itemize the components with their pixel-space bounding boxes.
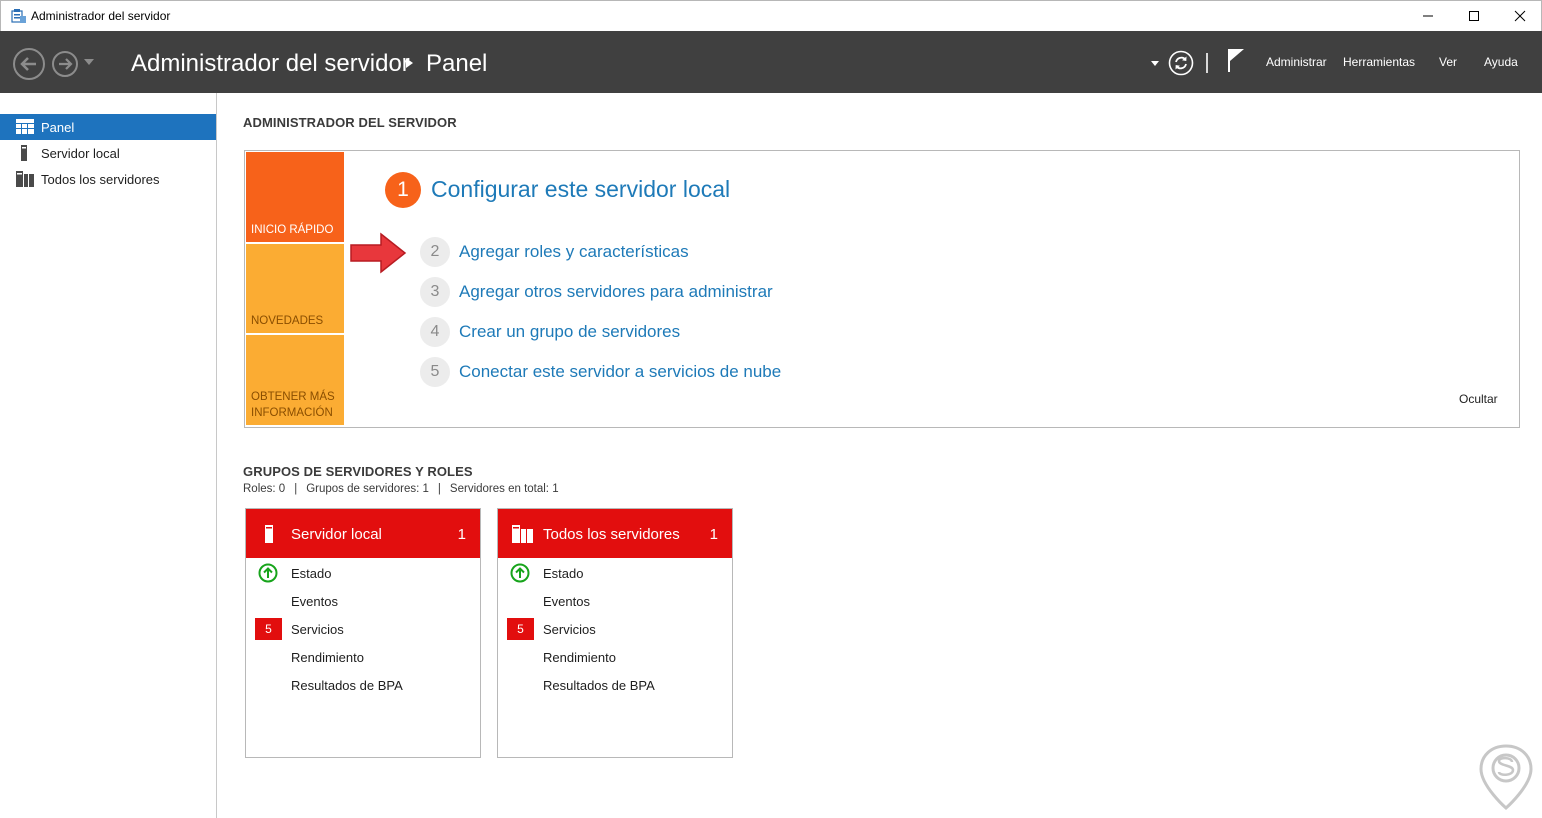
step-label: Crear un grupo de servidores <box>459 322 681 341</box>
stat-servers: Servidores en total: 1 <box>449 483 559 495</box>
row-label: Servicios <box>543 622 596 637</box>
menu-ayuda[interactable]: Ayuda <box>1484 55 1518 69</box>
card-servidor-local: Servidor local 1 Estado Eventos 5 Servic… <box>245 508 481 758</box>
card-header[interactable]: Servidor local 1 <box>246 509 480 558</box>
sidebar-item-todos-los-servidores[interactable]: Todos los servidores <box>0 166 216 192</box>
row-label: Rendimiento <box>291 650 364 665</box>
row-label: Estado <box>543 566 584 581</box>
step-number-2: 2 <box>420 237 450 267</box>
tile-obtener-mas-informacion[interactable]: OBTENER MÁS INFORMACIÓN <box>246 335 344 425</box>
card-row-rendimiento[interactable]: Rendimiento <box>498 645 732 669</box>
card-todos-los-servidores: Todos los servidores 1 Estado Eventos 5 … <box>497 508 733 758</box>
stat-separator: | <box>437 483 441 495</box>
section-title-welcome: ADMINISTRADOR DEL SERVIDOR <box>243 115 457 130</box>
row-label: Estado <box>291 566 332 581</box>
card-header[interactable]: Todos los servidores 1 <box>498 509 732 558</box>
card-row-estado[interactable]: Estado <box>246 561 480 585</box>
header-bar: Administrador del servidor Panel Adminis… <box>0 31 1542 93</box>
menu-administrar[interactable]: Administrar <box>1266 55 1327 69</box>
alert-count-badge: 5 <box>255 618 282 640</box>
server-icon <box>265 525 273 543</box>
card-count: 1 <box>709 526 718 543</box>
tile-label: NOVEDADES <box>251 315 324 327</box>
close-button[interactable] <box>1497 1 1542 31</box>
step-label: Conectar este servidor a servicios de nu… <box>459 362 782 381</box>
tile-inicio-rapido[interactable]: INICIO RÁPIDO <box>246 152 344 242</box>
sidebar: Panel Servidor local Todos los servidore… <box>0 93 217 818</box>
stat-separator: | <box>294 483 298 495</box>
back-button[interactable] <box>12 47 46 81</box>
sidebar-item-servidor-local[interactable]: Servidor local <box>0 140 216 166</box>
window-title-bar: Administrador del servidor <box>0 0 1542 31</box>
card-row-estado[interactable]: Estado <box>498 561 732 585</box>
server-manager-app-icon <box>11 9 26 23</box>
welcome-panel: INICIO RÁPIDO NOVEDADES OBTENER MÁS INFO… <box>244 150 1520 428</box>
step-label: Agregar otros servidores para administra… <box>459 282 773 301</box>
step-number-3: 3 <box>420 277 450 307</box>
forward-button[interactable] <box>50 47 84 81</box>
server-icon <box>21 145 27 161</box>
history-dropdown-icon[interactable] <box>84 59 94 65</box>
alert-count-badge: 5 <box>507 618 534 640</box>
card-title: Servidor local <box>291 526 382 543</box>
row-label: Eventos <box>291 594 338 609</box>
step-label: Agregar roles y características <box>459 242 689 261</box>
breadcrumb-current: Panel <box>426 50 488 77</box>
row-label: Rendimiento <box>543 650 616 665</box>
menu-ver[interactable]: Ver <box>1439 55 1457 69</box>
stat-groups: Grupos de servidores: 1 <box>306 483 429 495</box>
window-title: Administrador del servidor <box>31 9 171 23</box>
step-number-1: 1 <box>385 172 421 208</box>
stat-roles: Roles: 0 <box>243 483 286 495</box>
close-icon <box>1514 10 1526 22</box>
status-up-icon <box>510 563 530 583</box>
card-row-eventos[interactable]: Eventos <box>498 589 732 613</box>
step-link-configurar[interactable]: Configurar este servidor local <box>431 176 730 203</box>
tile-label-line2: INFORMACIÓN <box>251 407 333 419</box>
red-arrow-icon <box>350 232 407 274</box>
maximize-icon <box>1469 11 1479 21</box>
card-count: 1 <box>457 526 466 543</box>
card-row-servicios[interactable]: 5 Servicios <box>498 617 732 641</box>
section-title-groups: GRUPOS DE SERVIDORES Y ROLES <box>243 464 473 479</box>
breadcrumb-root[interactable]: Administrador del servidor <box>131 50 410 78</box>
minimize-icon <box>1423 15 1433 17</box>
servers-icon <box>512 525 533 543</box>
maximize-button[interactable] <box>1451 1 1497 31</box>
card-row-servicios[interactable]: 5 Servicios <box>246 617 480 641</box>
minimize-button[interactable] <box>1405 1 1451 31</box>
tile-label-line1: OBTENER MÁS <box>251 391 335 403</box>
row-label: Resultados de BPA <box>291 678 403 693</box>
notifications-flag-icon[interactable] <box>1226 47 1246 73</box>
card-title: Todos los servidores <box>543 526 680 543</box>
tile-novedades[interactable]: NOVEDADES <box>246 244 344 333</box>
sidebar-item-label: Todos los servidores <box>41 172 160 187</box>
sidebar-item-label: Servidor local <box>41 146 120 161</box>
step-number-4: 4 <box>420 317 450 347</box>
sidebar-item-label: Panel <box>41 120 75 135</box>
servers-icon <box>16 171 34 187</box>
step-number-5: 5 <box>420 357 450 387</box>
status-up-icon <box>258 563 278 583</box>
breadcrumb-chevron-icon <box>406 58 413 68</box>
row-label: Resultados de BPA <box>543 678 655 693</box>
tile-label: OBTENER MÁS INFORMACIÓN <box>251 389 335 421</box>
groups-stats: Roles: 0 | Grupos de servidores: 1 | Servido… <box>243 483 559 495</box>
card-row-bpa[interactable]: Resultados de BPA <box>246 673 480 697</box>
tile-label: INICIO RÁPIDO <box>251 224 334 236</box>
sidebar-item-panel[interactable]: Panel <box>0 114 216 140</box>
card-row-rendimiento[interactable]: Rendimiento <box>246 645 480 669</box>
card-row-eventos[interactable]: Eventos <box>246 589 480 613</box>
row-label: Servicios <box>291 622 344 637</box>
notifications-dropdown-icon[interactable] <box>1151 61 1159 66</box>
refresh-icon[interactable] <box>1168 50 1194 76</box>
row-label: Eventos <box>543 594 590 609</box>
menu-herramientas[interactable]: Herramientas <box>1343 55 1415 69</box>
watermark-logo-icon <box>1479 744 1533 810</box>
hide-welcome-link[interactable]: Ocultar <box>1459 392 1498 406</box>
header-divider <box>1206 53 1208 73</box>
dashboard-icon <box>16 119 34 134</box>
card-row-bpa[interactable]: Resultados de BPA <box>498 673 732 697</box>
main-content: ADMINISTRADOR DEL SERVIDOR INICIO RÁPIDO… <box>217 93 1542 818</box>
